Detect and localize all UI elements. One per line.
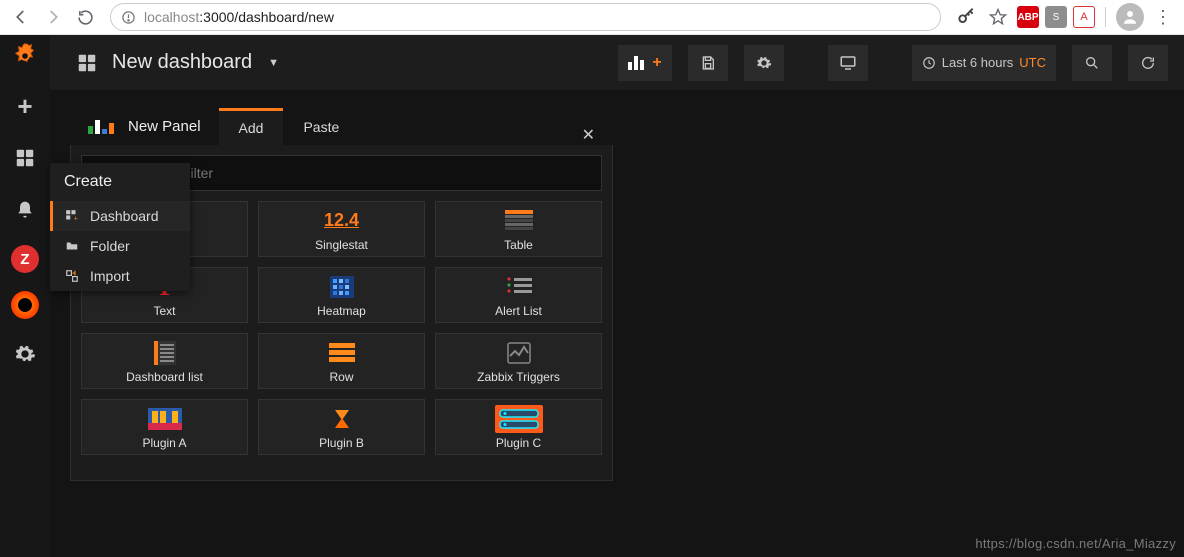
dashboard-title-dropdown[interactable]: New dashboard ▼ (76, 51, 602, 74)
nav-plugin-button[interactable] (11, 291, 39, 319)
flyout-item-import[interactable]: Import (50, 261, 190, 291)
heatmap-icon (330, 273, 354, 301)
star-icon[interactable] (985, 4, 1011, 30)
plugin-c-icon (495, 405, 543, 433)
dashboard-title-text: New dashboard (112, 51, 252, 74)
panel-option-plugin-b[interactable]: Plugin B (258, 399, 425, 455)
browser-menu-button[interactable]: ⋮ (1150, 4, 1176, 30)
nav-dashboards-button[interactable] (8, 141, 42, 175)
left-nav-rail: + Z (0, 35, 50, 557)
new-panel-title-wrap: New Panel (70, 108, 219, 145)
flyout-title: Create (50, 163, 190, 201)
panel-option-table[interactable]: Table (435, 201, 602, 257)
panel-option-singlestat[interactable]: 12.4 Singlestat (258, 201, 425, 257)
time-range-label: Last 6 hours (942, 55, 1014, 70)
dashboard-canvas: New Panel Add Paste ✕ Graph 12.4 Singles… (50, 90, 1184, 557)
topbar-save-button[interactable] (688, 45, 728, 81)
nav-settings-button[interactable] (8, 337, 42, 371)
plugin-b-icon (329, 405, 355, 433)
extension-a[interactable]: A (1073, 6, 1095, 28)
dashboard-grid-icon (76, 52, 98, 74)
browser-back-button[interactable] (8, 4, 34, 30)
chevron-down-icon: ▼ (268, 57, 279, 69)
singlestat-icon: 12.4 (324, 207, 359, 235)
nav-alerting-button[interactable] (8, 193, 42, 227)
panel-option-plugin-c[interactable]: Plugin C (435, 399, 602, 455)
gear-icon (756, 55, 772, 71)
bar-chart-icon (628, 56, 644, 70)
extension-abp[interactable]: ABP (1017, 6, 1039, 28)
grafana-app: + Z New dashboard ▼ + (0, 35, 1184, 557)
panel-close-button[interactable]: ✕ (564, 125, 613, 145)
panel-option-dashlist[interactable]: Dashboard list (81, 333, 248, 389)
import-icon (64, 269, 80, 283)
folder-icon (64, 239, 80, 253)
new-panel-title: New Panel (128, 118, 201, 135)
panel-chart-icon (88, 120, 114, 134)
panel-option-zabbix[interactable]: Zabbix Triggers (435, 333, 602, 389)
plus-icon: + (652, 54, 661, 72)
dashboard-list-icon (152, 339, 178, 367)
save-icon (700, 55, 716, 71)
topbar-add-panel-button[interactable]: + (618, 45, 671, 81)
timezone-label: UTC (1019, 55, 1046, 70)
svg-text:+: + (74, 216, 78, 223)
new-panel-header: New Panel Add Paste ✕ (70, 108, 613, 145)
panel-option-heatmap[interactable]: Heatmap (258, 267, 425, 323)
dashboard-topbar: New dashboard ▼ + Last 6 hours UTC (50, 35, 1184, 90)
browser-chrome: localhost:3000/dashboard/new ABP S A ⋮ (0, 0, 1184, 35)
topbar-refresh-button[interactable] (1128, 45, 1168, 81)
topbar-zoomout-button[interactable] (1072, 45, 1112, 81)
nav-create-button[interactable]: + (8, 89, 42, 123)
time-range-picker[interactable]: Last 6 hours UTC (912, 45, 1056, 81)
table-icon (505, 207, 533, 235)
clock-icon (922, 56, 936, 70)
row-icon (329, 339, 355, 367)
topbar-viewmode-button[interactable] (828, 45, 868, 81)
browser-reload-button[interactable] (72, 4, 98, 30)
flyout-item-folder[interactable]: Folder (50, 231, 190, 261)
url-host: localhost (144, 9, 199, 25)
nav-zabbix-button[interactable]: Z (11, 245, 39, 273)
panel-option-row[interactable]: Row (258, 333, 425, 389)
alert-list-icon (506, 273, 532, 301)
url-path: :3000/dashboard/new (199, 9, 334, 25)
divider (1105, 7, 1106, 27)
topbar-settings-button[interactable] (744, 45, 784, 81)
search-icon (1084, 55, 1100, 71)
refresh-icon (1140, 55, 1156, 71)
panel-option-plugin-a[interactable]: Plugin A (81, 399, 248, 455)
key-icon[interactable] (953, 4, 979, 30)
browser-forward-button[interactable] (40, 4, 66, 30)
flyout-item-dashboard[interactable]: + Dashboard (50, 201, 190, 231)
extension-s[interactable]: S (1045, 6, 1067, 28)
panel-option-alertlist[interactable]: Alert List (435, 267, 602, 323)
zabbix-triggers-icon (506, 339, 532, 367)
panel-tab-paste[interactable]: Paste (283, 108, 359, 145)
dashboard-plus-icon: + (64, 209, 80, 223)
panel-tab-add[interactable]: Add (219, 108, 284, 145)
browser-profile-avatar[interactable] (1116, 3, 1144, 31)
source-watermark: https://blog.csdn.net/Aria_Miazzy (975, 536, 1176, 551)
grafana-logo[interactable] (10, 41, 40, 71)
monitor-icon (839, 54, 857, 72)
plugin-a-icon (148, 405, 182, 433)
create-flyout: Create + Dashboard Folder Import (50, 163, 190, 291)
browser-omnibox[interactable]: localhost:3000/dashboard/new (110, 3, 941, 31)
